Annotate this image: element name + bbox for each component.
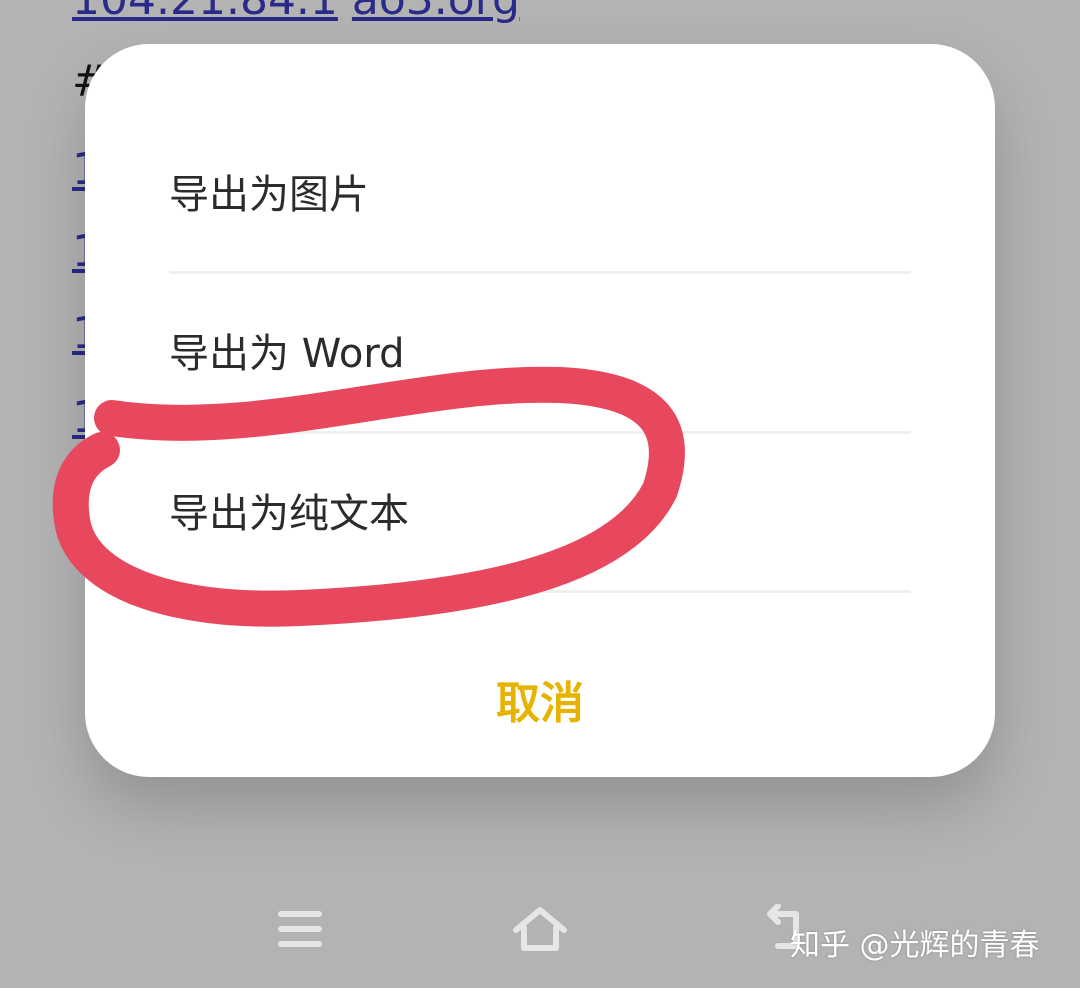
home-button[interactable]: [500, 894, 580, 964]
background-link-line: 104.21.84.1 ao3.org: [72, 0, 520, 22]
export-as-word-option[interactable]: 导出为 Word: [169, 274, 911, 434]
menu-icon: [278, 911, 322, 947]
divider: [169, 590, 911, 593]
background-domain-link: ao3.org: [352, 0, 520, 25]
export-as-image-label: 导出为图片: [169, 172, 369, 218]
export-dialog: 导出为图片 导出为 Word 导出为纯文本 取消: [85, 44, 995, 777]
background-ip-link: 104.21.84.1: [72, 0, 338, 25]
zhihu-watermark: 知乎 @光辉的青春: [790, 928, 1040, 963]
menu-button[interactable]: [260, 894, 340, 964]
cancel-button[interactable]: 取消: [85, 644, 995, 754]
home-icon: [513, 907, 567, 951]
export-as-word-label: 导出为 Word: [169, 331, 405, 377]
export-as-plain-text-option[interactable]: 导出为纯文本: [169, 434, 911, 594]
export-as-image-option[interactable]: 导出为图片: [169, 116, 911, 274]
export-as-plain-text-label: 导出为纯文本: [169, 491, 409, 537]
